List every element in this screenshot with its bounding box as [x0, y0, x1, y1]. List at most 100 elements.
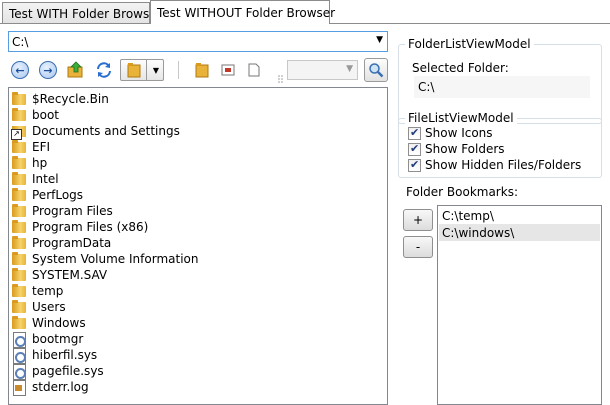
show-hidden-checkbox[interactable]: Show Hidden Files/Folders — [408, 158, 581, 172]
address-combobox[interactable]: C:\ ▼ — [8, 31, 388, 52]
list-item-label: Program Files — [32, 204, 113, 218]
bookmarks-list[interactable]: C:\temp\ C:\windows\ — [437, 205, 602, 405]
folder-icon — [11, 267, 27, 283]
forward-button[interactable]: → — [38, 60, 58, 80]
list-item-label: Windows — [32, 316, 86, 330]
folder-list-viewmodel-label: FolderListViewModel — [405, 37, 534, 51]
folder-icon — [11, 283, 27, 299]
file-list-viewmodel-label: FileListViewModel — [405, 111, 517, 125]
show-folders-checkbox[interactable]: Show Folders — [408, 142, 505, 156]
folder-icon — [11, 187, 27, 203]
tab-with-folder-browser[interactable]: Test WITH Folder Browser — [2, 2, 162, 24]
back-arrow-icon: ← — [11, 61, 29, 79]
toolbar: ← → ▼ ▼ — [8, 58, 392, 84]
list-item[interactable]: Documents and Settings — [11, 123, 180, 140]
folder-icon — [11, 251, 27, 267]
checkbox-checked-icon — [408, 158, 421, 172]
magnifier-icon — [369, 63, 384, 78]
checkbox-checked-icon — [408, 126, 421, 140]
list-item[interactable]: temp — [11, 283, 63, 299]
bookmark-item[interactable]: C:\temp\ — [439, 207, 600, 224]
list-item[interactable]: stderr.log — [11, 379, 89, 396]
list-item-label: Program Files (x86) — [32, 220, 149, 234]
list-item-label: temp — [32, 284, 64, 298]
system-file-icon — [11, 363, 27, 380]
list-item[interactable]: System Volume Information — [11, 251, 198, 267]
list-item[interactable]: $Recycle.Bin — [11, 91, 109, 107]
folder-view-icon — [121, 60, 147, 80]
list-item-label: Users — [32, 300, 66, 314]
list-item-label: hiberfil.sys — [32, 348, 98, 362]
address-value: C:\ — [12, 35, 29, 49]
selected-folder-value: C:\ — [414, 76, 590, 98]
bookmark-item-selected[interactable]: C:\windows\ — [439, 224, 600, 241]
back-button[interactable]: ← — [10, 60, 30, 80]
folder-icon — [11, 235, 27, 251]
list-item[interactable]: bootmgr — [11, 331, 84, 348]
list-item-label: PerfLogs — [32, 188, 84, 202]
folder-icon — [11, 219, 27, 235]
list-item-label: bootmgr — [32, 332, 84, 346]
list-item[interactable]: pagefile.sys — [11, 363, 104, 380]
list-item-label: EFI — [32, 140, 51, 154]
folder-icon — [11, 171, 27, 187]
list-item[interactable]: boot — [11, 107, 59, 123]
system-file-icon — [11, 331, 27, 348]
forward-arrow-icon: → — [39, 61, 57, 79]
delete-icon — [221, 64, 235, 76]
remove-bookmark-button[interactable]: - — [403, 236, 433, 258]
list-item-label: $Recycle.Bin — [32, 92, 109, 106]
folder-up-icon — [67, 61, 83, 78]
list-item-label: boot — [32, 108, 60, 122]
selected-folder-label: Selected Folder: — [412, 61, 509, 75]
log-file-icon — [11, 379, 27, 396]
list-item-label: ProgramData — [32, 236, 112, 250]
list-item[interactable]: PerfLogs — [11, 187, 83, 203]
chevron-down-icon: ▼ — [152, 65, 160, 75]
list-item[interactable]: EFI — [11, 139, 50, 155]
folder-bookmarks-label: Folder Bookmarks: — [406, 185, 518, 199]
list-item-label: pagefile.sys — [32, 364, 104, 378]
up-folder-button[interactable] — [66, 60, 86, 80]
folder-icon — [11, 299, 27, 315]
properties-button[interactable] — [244, 60, 264, 80]
toolbar-separator — [178, 61, 179, 79]
file-list[interactable]: $Recycle.Bin boot Documents and Settings EF… — [8, 87, 388, 405]
system-file-icon — [11, 347, 27, 364]
search-button[interactable] — [364, 58, 388, 82]
folder-icon — [11, 155, 27, 171]
folder-icon — [11, 91, 27, 107]
resize-grip-icon — [278, 72, 284, 83]
tab-strip: Test WITH Folder Browser Test WITHOUT Fo… — [0, 0, 610, 24]
document-icon — [248, 63, 260, 77]
folder-icon — [11, 139, 27, 155]
tab-content: C:\ ▼ ← → ▼ ▼ $Recycle.Bin boot ↗ Docume… — [0, 23, 610, 405]
list-item[interactable]: Users — [11, 299, 66, 315]
checkbox-checked-icon — [408, 142, 421, 156]
view-mode-dropdown[interactable]: ▼ — [120, 59, 164, 81]
list-item[interactable]: ProgramData — [11, 235, 111, 251]
list-item[interactable]: hiberfil.sys — [11, 347, 98, 364]
list-item[interactable]: Intel — [11, 171, 59, 187]
new-folder-button[interactable] — [192, 60, 212, 80]
delete-button[interactable] — [218, 60, 238, 80]
tab-without-folder-browser[interactable]: Test WITHOUT Folder Browser — [150, 0, 335, 24]
add-bookmark-button[interactable]: + — [403, 209, 433, 231]
list-item[interactable]: Program Files (x86) — [11, 219, 148, 235]
list-item-label: System Volume Information — [32, 252, 199, 266]
show-icons-checkbox[interactable]: Show Icons — [408, 126, 493, 140]
folder-icon — [11, 107, 27, 123]
list-item[interactable]: SYSTEM.SAV — [11, 267, 107, 283]
filter-combobox[interactable]: ▼ — [287, 60, 358, 80]
chevron-down-icon[interactable]: ▼ — [376, 35, 383, 45]
show-folders-label: Show Folders — [425, 142, 505, 156]
list-item[interactable]: hp — [11, 155, 47, 171]
folder-icon — [195, 63, 209, 78]
refresh-button[interactable] — [94, 60, 114, 80]
shortcut-folder-icon — [11, 123, 27, 140]
list-item-label: stderr.log — [32, 380, 89, 394]
list-item-label: hp — [32, 156, 48, 170]
show-icons-label: Show Icons — [425, 126, 493, 140]
list-item[interactable]: Windows — [11, 315, 86, 331]
list-item[interactable]: Program Files — [11, 203, 113, 219]
